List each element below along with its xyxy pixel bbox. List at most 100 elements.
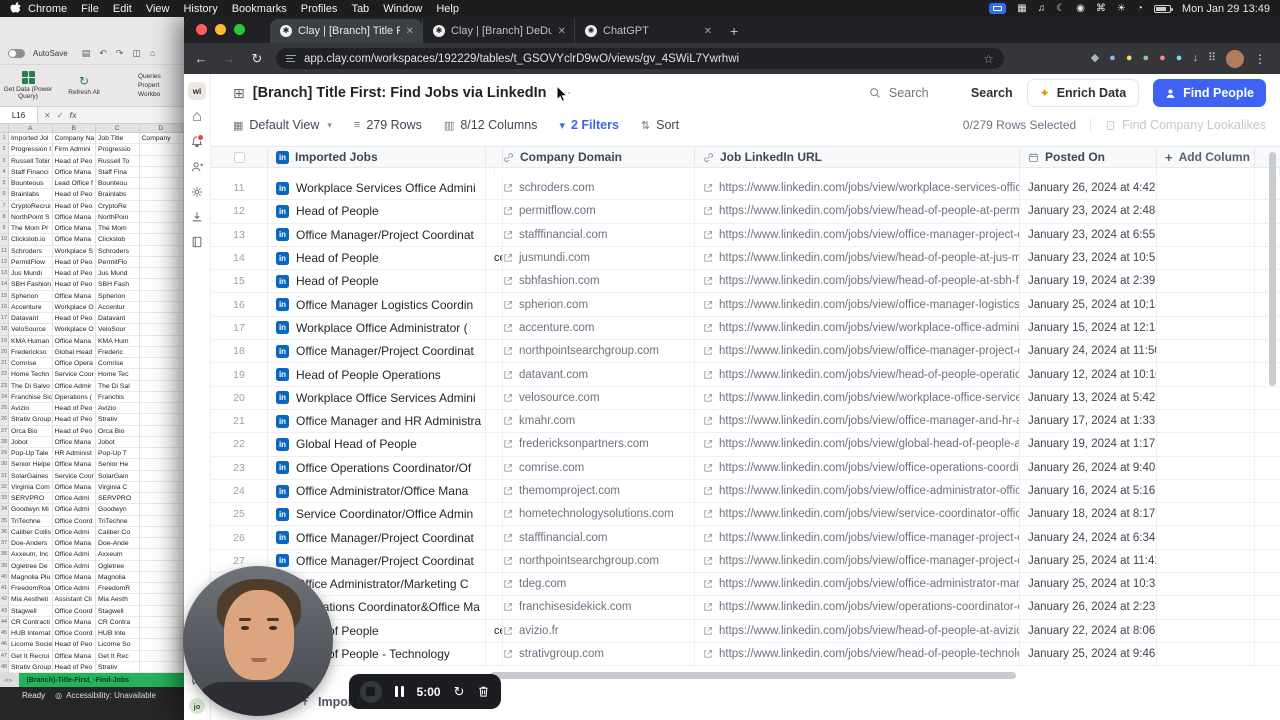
add-column-button[interactable]: + Add Column	[1157, 147, 1255, 167]
status-icon[interactable]: ⌘	[1096, 3, 1106, 14]
excel-cell[interactable]: Comrise	[96, 358, 140, 370]
posted-on-cell[interactable]: January 26, 2024 at 4:42 ...	[1020, 177, 1157, 200]
excel-cell[interactable]	[139, 448, 184, 460]
row-number[interactable]: 18	[211, 340, 268, 363]
menubar-item[interactable]: Tab	[351, 3, 369, 15]
excel-cell[interactable]: Strativ	[96, 661, 140, 673]
table-row[interactable]: 22 in Global Head of People frederickson…	[211, 433, 1280, 457]
excel-cell[interactable]: Caliber Collis	[9, 526, 53, 538]
table-row[interactable]: 24 in Office Administrator/Office Mana t…	[211, 479, 1280, 504]
table-row[interactable]: 15 in Head of People sbhfashion.com http…	[211, 270, 1280, 294]
excel-cell[interactable]: Senior Helpe	[9, 459, 53, 471]
excel-cell[interactable]: Jus Mundi	[9, 268, 53, 280]
excel-cell[interactable]	[139, 403, 184, 415]
company-domain-cell[interactable]: kmahr.com	[495, 409, 695, 433]
ribbon-panel-item[interactable]: Queries	[138, 73, 182, 80]
excel-cell[interactable]: Stagwell	[9, 605, 53, 617]
browser-extension-icon[interactable]: ●	[1176, 53, 1183, 64]
posted-on-cell[interactable]: January 17, 2024 at 1:33 P...	[1020, 409, 1157, 433]
imported-job-cell[interactable]: in Workplace Office Administrator (	[268, 316, 486, 340]
home-icon[interactable]: ⌂	[189, 108, 205, 125]
excel-cell[interactable]	[139, 639, 184, 651]
posted-on-cell[interactable]: January 26, 2024 at 2:23 ...	[1020, 596, 1157, 619]
excel-cell[interactable]: Office Mana	[52, 436, 96, 448]
excel-row[interactable]: 7 CryptoRecrui Head of Peo CryptoRe	[0, 200, 184, 212]
excel-cell[interactable]: Licorne Socie	[9, 639, 53, 651]
imported-job-cell[interactable]: in Head of People	[268, 200, 486, 223]
excel-cell[interactable]: Frederic	[96, 346, 140, 358]
excel-cell[interactable]	[139, 459, 184, 471]
excel-row[interactable]: 23 The Di Salvo Office Admir The Di Sal	[0, 380, 184, 392]
excel-cell[interactable]	[139, 346, 184, 358]
imported-job-cell[interactable]: in Head of People Operations	[268, 363, 486, 386]
excel-quick-icon[interactable]: ◫	[132, 48, 141, 59]
close-window-button[interactable]	[196, 24, 207, 35]
status-icon[interactable]: ☀	[1117, 3, 1126, 14]
table-row[interactable]: 12 in Head of People permitflow.com http…	[211, 200, 1280, 224]
menubar-item[interactable]: Window	[383, 3, 422, 15]
find-people-button[interactable]: Find People	[1153, 79, 1266, 107]
delete-recording-icon[interactable]	[477, 685, 490, 698]
status-icon[interactable]: ♫	[1038, 3, 1046, 14]
excel-cell[interactable]: Office Admi	[52, 549, 96, 561]
cancel-icon[interactable]: ✕	[44, 111, 51, 120]
cell-name-box[interactable]: L16	[0, 107, 38, 123]
excel-cell[interactable]: Stagwell	[96, 605, 140, 617]
excel-row[interactable]: 5 Bounteous Lead Office f Bounteou	[0, 178, 184, 190]
excel-cell[interactable]: Virginia C	[96, 481, 140, 493]
imported-job-cell[interactable]: in Office Manager/Project Coordinat	[268, 526, 486, 549]
excel-cell[interactable]: Workplace S	[52, 245, 96, 257]
job-linkedin-url-cell[interactable]: https://www.linkedin.com/jobs/view/offic…	[695, 526, 1020, 549]
chrome-menu-icon[interactable]: ⋮	[1254, 52, 1266, 66]
posted-on-cell[interactable]: January 19, 2024 at 2:39 ...	[1020, 270, 1157, 293]
excel-cell[interactable]: Office Admi	[52, 583, 96, 595]
excel-cell[interactable]: Russell To	[96, 155, 140, 167]
job-linkedin-url-cell[interactable]: https://www.linkedin.com/jobs/view/globa…	[695, 433, 1020, 456]
excel-cell[interactable]	[139, 481, 184, 493]
row-number[interactable]: 19	[211, 363, 268, 386]
excel-cell[interactable]	[139, 178, 184, 190]
excel-cell[interactable]: Office Admi	[52, 526, 96, 538]
posted-on-cell[interactable]: January 19, 2024 at 1:17 P...	[1020, 433, 1157, 456]
excel-row[interactable]: 25 Avizio Head of Peo Avizio	[0, 403, 184, 415]
imported-job-cell[interactable]: in Office Administrator/Office Mana	[268, 479, 486, 503]
excel-cell[interactable]: Office Coord	[52, 515, 96, 527]
job-linkedin-url-cell[interactable]: https://www.linkedin.com/jobs/view/offic…	[695, 573, 1020, 596]
excel-cell[interactable]: Accentur	[96, 301, 140, 313]
forward-button[interactable]: →	[220, 51, 238, 66]
excel-row[interactable]: 48 Strativ Group Head of Peo Strativ	[0, 661, 184, 673]
rows-count[interactable]: ≡ 279 Rows	[354, 118, 422, 132]
company-domain-cell[interactable]: datavant.com	[495, 363, 695, 386]
table-row[interactable]: 17 in Workplace Office Administrator ( a…	[211, 316, 1280, 341]
tab-clay-title-first[interactable]: ✱ Clay | [Branch] Title First ✕	[270, 19, 422, 43]
excel-cell[interactable]: Office Mana	[52, 481, 96, 493]
excel-quick-icon[interactable]: ↶	[99, 48, 107, 59]
excel-column-header[interactable]: C	[96, 124, 140, 132]
select-all-corner[interactable]	[0, 124, 9, 132]
excel-row[interactable]: 36 Caliber Collis Office Admi Caliber Co	[0, 526, 184, 538]
excel-cell[interactable]	[139, 493, 184, 505]
company-domain-cell[interactable]: spherion.com	[495, 293, 695, 316]
menubar-item[interactable]: View	[146, 3, 170, 15]
company-domain-cell[interactable]: tdeg.com	[495, 573, 695, 596]
close-tab-icon[interactable]: ✕	[406, 26, 414, 37]
table-row[interactable]: 28 in Office Administrator/Marketing C t…	[211, 573, 1280, 597]
job-linkedin-url-cell[interactable]: https://www.linkedin.com/jobs/view/head-…	[695, 619, 1020, 642]
job-linkedin-url-cell[interactable]: https://www.linkedin.com/jobs/view/workp…	[695, 316, 1020, 340]
excel-cell[interactable]: Avizio	[9, 403, 53, 415]
menubar-item[interactable]: History	[183, 3, 217, 15]
excel-cell[interactable]: Office Admir	[52, 380, 96, 392]
excel-cell[interactable]: Global Head	[52, 346, 96, 358]
excel-row[interactable]: 33 SERVPRO Office Admi SERVPRO	[0, 493, 184, 505]
table-row[interactable]: 27 in Office Manager/Project Coordinat n…	[211, 549, 1280, 574]
excel-row[interactable]: 47 Get It Recrui Office Mana Get It Rec	[0, 650, 184, 662]
browser-extension-icon[interactable]: ●	[1159, 53, 1166, 64]
select-all-checkbox[interactable]	[233, 151, 245, 163]
excel-cell[interactable]: Office Mana	[52, 650, 96, 662]
excel-cell[interactable]	[139, 369, 184, 381]
excel-cell[interactable]: Datavant	[96, 313, 140, 325]
company-domain-cell[interactable]: hometechnologysolutions.com	[495, 503, 695, 526]
menubar-item[interactable]: Chrome	[28, 3, 67, 15]
excel-cell[interactable]	[139, 470, 184, 482]
table-row[interactable]: 26 in Office Manager/Project Coordinat s…	[211, 526, 1280, 550]
